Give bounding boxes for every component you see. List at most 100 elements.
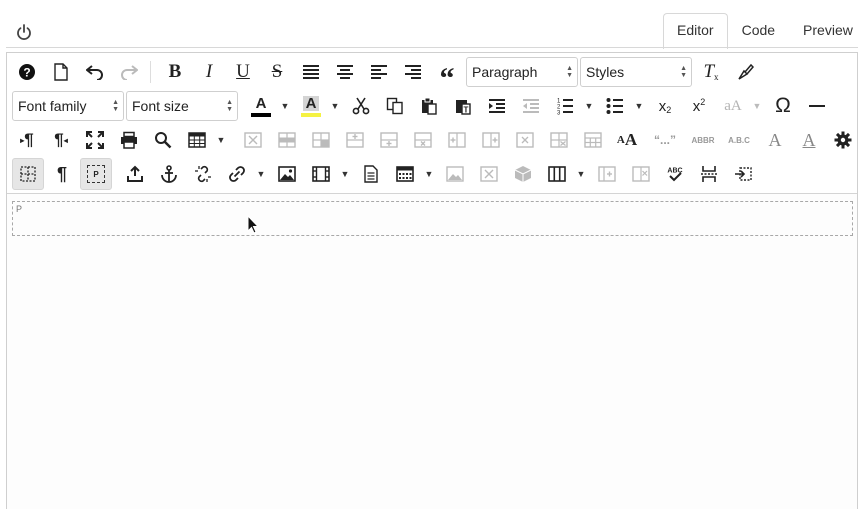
column-remove-icon[interactable] [625,158,657,190]
tab-editor[interactable]: Editor [663,13,728,49]
delete-row-icon[interactable] [407,124,439,156]
tab-preview[interactable]: Preview [789,13,864,47]
align-center-icon[interactable] [329,56,361,88]
media-caret-icon[interactable]: ▼ [338,158,352,190]
merge-cells-icon[interactable] [577,124,609,156]
font-case-icon[interactable]: aA [717,90,749,122]
paragraph-block[interactable]: P [12,201,853,236]
split-cells-icon[interactable] [543,124,575,156]
insert-grid-icon[interactable] [389,158,421,190]
columns-icon[interactable] [541,158,573,190]
outdent-icon[interactable] [515,90,547,122]
show-blocks-icon[interactable]: P [80,158,112,190]
insert-col-after-icon[interactable] [475,124,507,156]
font-case-caret-icon[interactable]: ▼ [750,90,764,122]
indent-icon[interactable] [481,90,513,122]
horizontal-rule-icon[interactable] [801,90,833,122]
format-painter-icon[interactable] [729,56,761,88]
tab-code[interactable]: Code [728,13,789,47]
unlink-icon[interactable] [187,158,219,190]
box-3d-icon[interactable] [507,158,539,190]
insert-row-after-icon[interactable] [373,124,405,156]
table-cell-props-icon[interactable] [305,124,337,156]
undo-icon[interactable] [79,56,111,88]
image-icon[interactable] [271,158,303,190]
underline-font-icon[interactable]: A [793,124,825,156]
bullet-list-icon[interactable] [599,90,631,122]
insert-row-before-icon[interactable] [339,124,371,156]
strikethrough-icon[interactable]: S [261,56,293,88]
anchor-icon[interactable] [153,158,185,190]
acronym-icon[interactable]: A.B.C [721,124,757,156]
gear-icon[interactable] [827,124,859,156]
spellcheck-icon[interactable]: ABC [659,158,691,190]
subscript-icon[interactable]: x2 [649,90,681,122]
font-size-select[interactable]: Font size ▲ ▼ [126,91,238,121]
page-break-icon[interactable] [693,158,725,190]
insert-block-icon[interactable] [727,158,759,190]
highlight-color-icon[interactable]: A [295,90,327,122]
text-color-letter: A [255,94,267,112]
cut-icon[interactable] [345,90,377,122]
font-styles-icon[interactable]: AA [611,124,643,156]
insert-col-before-icon[interactable] [441,124,473,156]
print-icon[interactable] [113,124,145,156]
font-family-select[interactable]: Font family ▲ ▼ [12,91,124,121]
clear-formatting-icon[interactable]: Tx [695,56,727,88]
paste-icon[interactable] [413,90,445,122]
numbered-list-icon[interactable]: 123 [549,90,581,122]
toolbar-separator [150,61,151,83]
show-paragraphs-icon[interactable]: ¶ [46,158,78,190]
power-icon[interactable] [14,22,34,42]
column-add-icon[interactable] [591,158,623,190]
align-right-icon[interactable] [397,56,429,88]
link-icon[interactable] [221,158,253,190]
abbr-icon[interactable]: ABBR [687,124,719,156]
italic-icon[interactable]: I [193,56,225,88]
omega-icon[interactable]: Ω [767,90,799,122]
template-icon[interactable] [355,158,387,190]
new-document-icon[interactable] [45,56,77,88]
fullscreen-icon[interactable] [79,124,111,156]
link-caret-icon[interactable]: ▼ [254,158,268,190]
text-color-icon[interactable]: A [245,90,277,122]
align-left-icon[interactable] [363,56,395,88]
align-justify-icon[interactable] [295,56,327,88]
rtl-direction-icon[interactable]: ¶ ◂ [45,124,77,156]
p-badge-letter: P [93,169,99,179]
superscript-icon[interactable]: x2 [683,90,715,122]
paste-text-icon[interactable]: T [447,90,479,122]
text-color-caret-icon[interactable]: ▼ [278,90,292,122]
tab-divider [6,47,858,48]
ltr-direction-icon[interactable]: ▸ ¶ [11,124,43,156]
underline-icon[interactable]: U [227,56,259,88]
remove-block-icon[interactable] [473,158,505,190]
numbered-list-caret-icon[interactable]: ▼ [582,90,596,122]
blockquote-icon[interactable]: “ [431,56,463,95]
table-icon[interactable] [181,124,213,156]
media-icon[interactable] [305,158,337,190]
upload-icon[interactable] [119,158,151,190]
quote-inline-icon[interactable]: “...” [645,124,685,156]
insert-grid-caret-icon[interactable]: ▼ [422,158,436,190]
columns-caret-icon[interactable]: ▼ [574,158,588,190]
text-color-bar [251,112,271,117]
table-caret-icon[interactable]: ▼ [214,124,228,156]
visual-blocks-icon[interactable] [12,158,44,190]
p-badge: P [87,165,105,183]
strikeout-font-icon[interactable]: A [759,124,791,156]
delete-col-icon[interactable] [509,124,541,156]
search-icon[interactable] [147,124,179,156]
image-edit-icon[interactable] [439,158,471,190]
styles-select[interactable]: Styles ▲ ▼ [580,57,692,87]
block-format-select[interactable]: Paragraph ▲ ▼ [466,57,578,87]
bullet-list-caret-icon[interactable]: ▼ [632,90,646,122]
highlight-caret-icon[interactable]: ▼ [328,90,342,122]
delete-table-icon[interactable] [237,124,269,156]
redo-icon[interactable] [113,56,145,88]
highlight-letter: A [302,95,320,111]
bold-icon[interactable]: B [159,56,191,88]
help-icon[interactable]: ? [11,56,43,88]
copy-icon[interactable] [379,90,411,122]
table-row-props-icon[interactable] [271,124,303,156]
